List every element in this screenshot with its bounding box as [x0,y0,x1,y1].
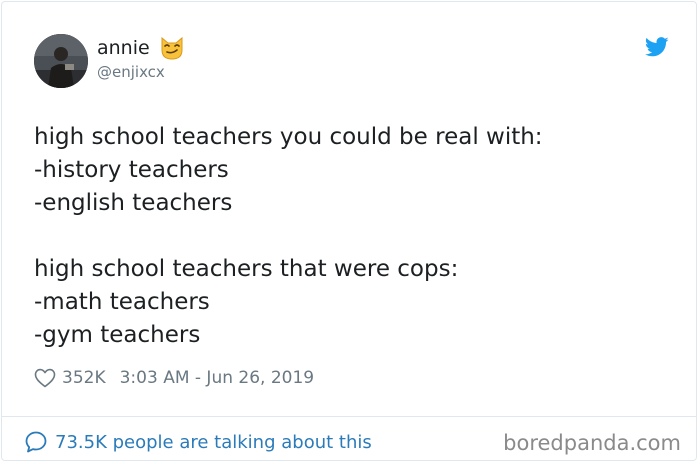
tweet-line: high school teachers that were cops: [34,256,459,282]
divider [2,416,696,417]
avatar-photo [34,34,88,88]
like-count[interactable]: 352K [62,368,106,388]
smirking-cat-icon [159,35,185,61]
heart-icon[interactable] [34,368,56,388]
tweet-card: annie @enjixcx high school teachers you … [1,1,697,461]
talking-label[interactable]: 73.5K people are talking about this [55,432,372,453]
talking-link[interactable]: 73.5K people are talking about this [24,428,372,456]
tweet-timestamp[interactable]: 3:03 AM - Jun 26, 2019 [120,368,315,388]
tweet-meta: 352K 3:03 AM - Jun 26, 2019 [34,365,314,391]
tweet-line: -gym teachers [34,322,201,348]
tweet-line: high school teachers you could be real w… [34,124,543,150]
tweet-line: -math teachers [34,289,210,315]
speech-bubble-icon [24,430,48,454]
tweet-line: -history teachers [34,157,229,183]
tweet-line: -english teachers [34,190,233,216]
author-name-row[interactable]: annie [97,34,185,62]
avatar[interactable] [34,34,88,88]
twitter-bird-icon[interactable] [644,37,669,57]
watermark: boredpanda.com [503,431,681,455]
author-name[interactable]: annie [97,34,150,62]
author-handle[interactable]: @enjixcx [97,62,165,82]
tweet-text: high school teachers you could be real w… [34,121,674,352]
